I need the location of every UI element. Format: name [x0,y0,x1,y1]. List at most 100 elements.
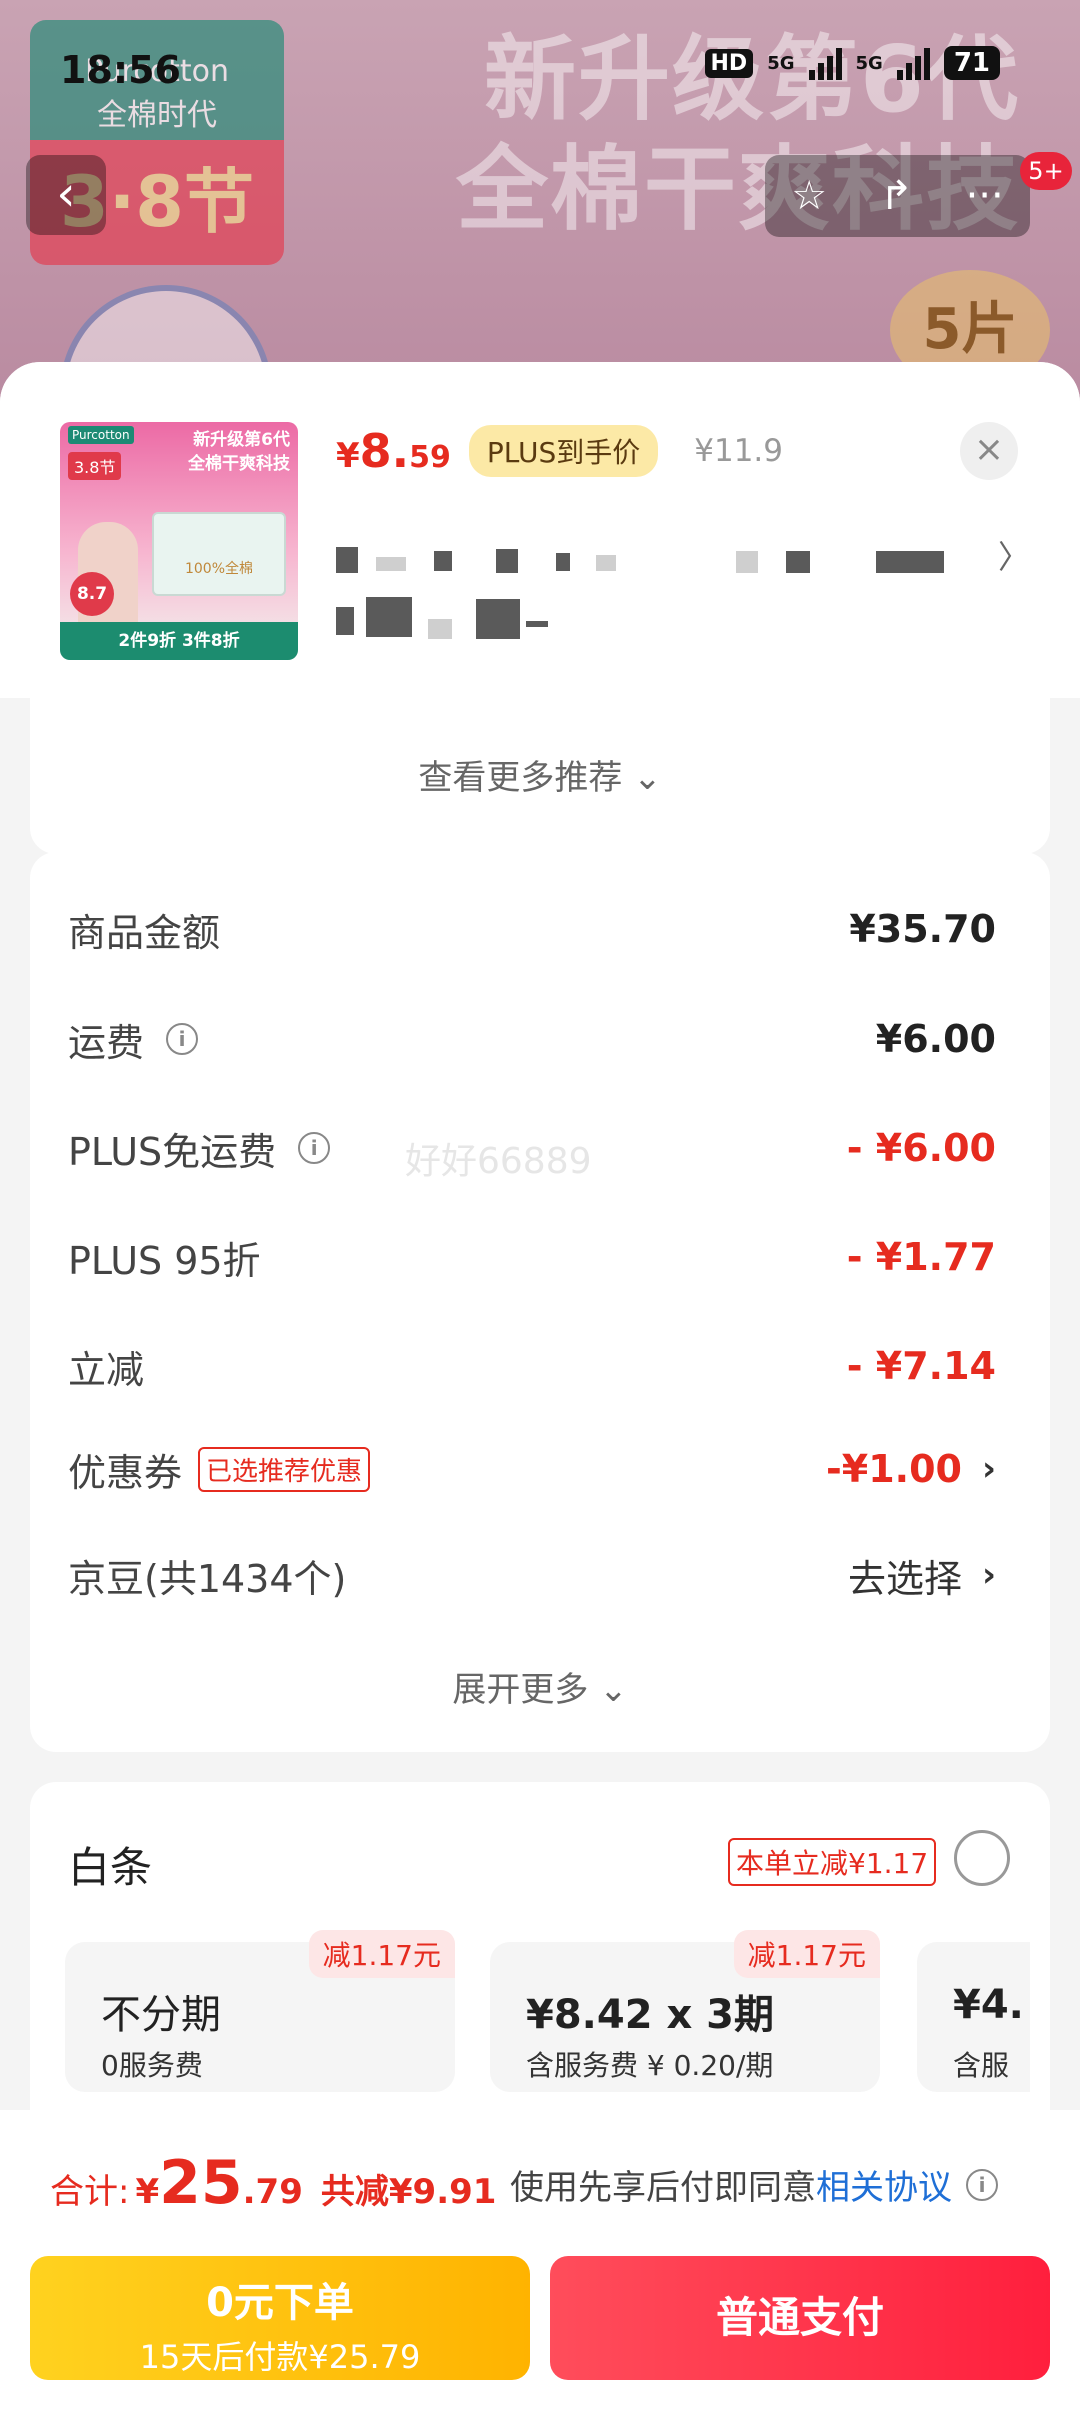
total-currency: ¥ [135,2172,160,2212]
plan-discount-badge: 减1.17元 [308,1930,455,1978]
signal-icon [896,46,930,80]
info-icon[interactable]: i [966,2168,998,2201]
total-integer: 25 [159,2148,243,2218]
share-icon[interactable]: ↱ [880,173,914,219]
cost-value: - ¥7.14 [846,1344,996,1388]
cost-label: 商品金额 [68,910,221,955]
thumb-headline: 新升级第6代 全棉干爽科技 [188,428,290,476]
more-recommendations[interactable]: 查看更多推荐 ⌄ [30,698,1050,854]
thumb-price-badge: 8.7 [70,572,114,616]
cost-row-goods: 商品金额 ¥35.70 [68,894,996,964]
pay-later-button[interactable]: 0元下单 15天后付款¥25.79 [30,2256,530,2380]
price-decimal: 59 [409,440,451,475]
cost-row-instant-discount: 立减 - ¥7.14 [68,1331,996,1401]
plan-main: ¥4. [953,1982,1024,2028]
plan-option-more[interactable]: ¥4. 含服 [917,1942,1030,2092]
order-total: 合计: ¥ 25 .79 共减¥9.91 [50,2148,496,2218]
total-label: 合计: [50,2172,130,2212]
plan-sub: 0服务费 [101,2049,203,2082]
price-row: ¥8.59 PLUS到手价 ¥11.9 [336,424,783,478]
product-thumbnail[interactable]: Purcotton 3.8节 新升级第6代 全棉干爽科技 100%全棉 8.7 … [60,422,298,660]
pack-label: 100%全棉 [184,561,254,577]
cost-row-jingdou[interactable]: 京豆(共1434个) 去选择 › [68,1540,996,1610]
plus-free-shipping-label: PLUS免运费 [68,1129,277,1174]
thumb-line1: 新升级第6代 [193,430,290,450]
cost-label: 优惠券 已选推荐优惠 [68,1442,371,1497]
total-decimal: .79 [242,2172,303,2212]
agreement-link[interactable]: 相关协议 [816,2160,952,2209]
battery-icon: 71 [943,46,1000,80]
original-price: ¥11.9 [694,433,784,469]
product-title-redacted[interactable] [336,527,1016,639]
coupon-label: 优惠券 [68,1450,183,1495]
more-icon[interactable]: ··· [966,173,1004,219]
checkout-bottom-bar: 合计: ¥ 25 .79 共减¥9.91 使用先享后付即同意 相关协议 i 0元… [0,2110,1080,2412]
cost-value: - ¥1.77 [846,1235,996,1279]
cost-row-shipping: 运费 i ¥6.00 [68,1004,996,1074]
plus-price-tag: PLUS到手价 [468,425,659,477]
product-pack-image: 100%全棉 [152,512,286,596]
pay-later-subtitle: 15天后付款¥25.79 [139,2338,421,2376]
chevron-left-icon: ‹ [56,166,76,222]
net1-label: 5G [767,52,795,74]
agreement-text: 使用先享后付即同意 相关协议 i [510,2160,998,2209]
cost-label: 运费 i [68,1012,199,1067]
hd-icon: HD [704,48,754,78]
cost-value: ¥35.70 [849,907,996,951]
normal-pay-button[interactable]: 普通支付 [550,2256,1050,2380]
current-price: ¥8.59 [336,424,451,478]
price-currency: ¥ [336,436,360,476]
coupon-selected-tag: 已选推荐优惠 [198,1446,371,1492]
cost-breakdown-card: 好好66889 商品金额 ¥35.70 运费 i ¥6.00 PLUS免运费 i -… [30,852,1050,1752]
thumb-festival: 3.8节 [68,452,122,480]
notification-count: 5+ [1020,152,1072,190]
plan-discount-badge: 减1.17元 [733,1930,880,1978]
more-recommendations-label: 查看更多推荐 ⌄ [418,758,662,798]
chevron-right-icon: 〉 [998,538,1031,576]
plan-sub: 含服务费 ¥ 0.20/期 [526,2049,774,2082]
thumb-promo: 2件9折 3件8折 [60,622,298,660]
status-bar: 18:56 HD 5G 5G 71 [0,0,1080,140]
shipping-label: 运费 [68,1020,145,1065]
net2-label: 5G [855,52,883,74]
top-actions: ☆ ↱ ··· [765,155,1030,237]
plan-option-3-installments[interactable]: 减1.17元 ¥8.42 x 3期 含服务费 ¥ 0.20/期 [490,1930,880,2092]
status-time: 18:56 [60,48,181,92]
star-icon[interactable]: ☆ [791,173,827,219]
back-button[interactable]: ‹ [26,155,106,235]
product-summary: Purcotton 3.8节 新升级第6代 全棉干爽科技 100%全棉 8.7 … [0,362,1080,698]
cost-value: 去选择 › [848,1548,996,1603]
status-icons: HD 5G 5G 71 [704,46,1000,80]
pay-later-title: 0元下单 [206,2280,354,2326]
thumb-brand: Purcotton [68,426,134,444]
plan-main: ¥8.42 x 3期 [526,1992,775,2038]
coupon-value: -¥1.00 [826,1447,962,1491]
cost-label: 京豆(共1434个) [68,1556,347,1601]
cost-value: ¥6.00 [875,1017,996,1061]
plan-option-no-installment[interactable]: 减1.17元 不分期 0服务费 [65,1930,455,2092]
cost-value: -¥1.00 › [826,1447,996,1491]
info-icon[interactable]: i [166,1023,199,1055]
plan-main: 不分期 [101,1992,221,2038]
checkout-sheet: Purcotton 3.8节 新升级第6代 全棉干爽科技 100%全棉 8.7 … [0,362,1080,2412]
thumb-line2: 全棉干爽科技 [188,454,290,474]
cost-label: 立减 [68,1347,145,1392]
agreement-prefix: 使用先享后付即同意 [510,2168,816,2208]
cost-row-plus-discount: PLUS 95折 - ¥1.77 [68,1222,996,1292]
info-icon[interactable]: i [298,1132,331,1164]
cost-label: PLUS 95折 [68,1238,261,1283]
cost-row-plus-free-shipping: PLUS免运费 i - ¥6.00 [68,1113,996,1183]
close-icon: × [973,429,1005,470]
cost-value: - ¥6.00 [846,1126,996,1170]
chevron-right-icon: › [981,1555,996,1595]
chevron-right-icon: › [981,1449,996,1489]
price-integer: 8. [359,424,410,478]
close-button[interactable]: × [960,422,1018,480]
cost-label: PLUS免运费 i [68,1121,331,1176]
total-saving: 共减¥9.91 [320,2172,497,2212]
expand-more-button[interactable]: 展开更多 ⌄ [30,1662,1050,1711]
jingdou-select: 去选择 [847,1556,962,1601]
signal-icon [808,46,842,80]
cost-row-coupon[interactable]: 优惠券 已选推荐优惠 -¥1.00 › [68,1434,996,1504]
plan-sub: 含服 [953,2049,1010,2082]
